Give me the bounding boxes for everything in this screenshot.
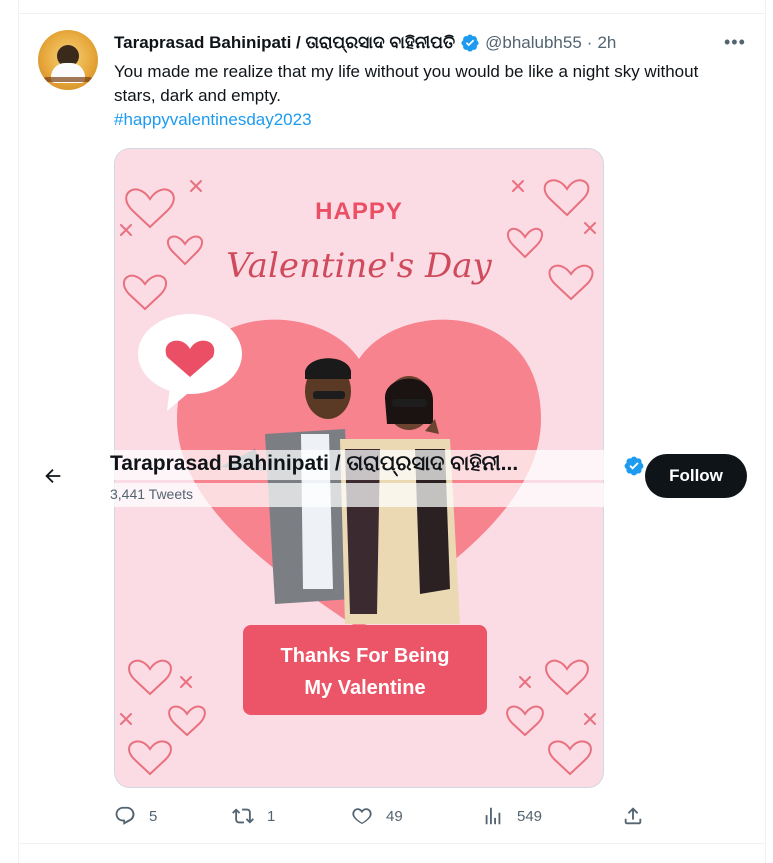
like-button[interactable]: 49 bbox=[351, 802, 403, 830]
divider-bottom bbox=[18, 843, 766, 844]
image-banner-line2: My Valentine bbox=[304, 677, 425, 699]
profile-sticky-bar: Taraprasad Bahinipati / ତାରାପ୍ରସାଦ ବାହିନ… bbox=[18, 443, 766, 509]
header-separator: · bbox=[586, 33, 593, 52]
reply-icon bbox=[115, 806, 135, 825]
timeline-border-right bbox=[765, 0, 766, 863]
like-icon bbox=[352, 808, 372, 825]
profile-name: Taraprasad Bahinipati / ତାରାପ୍ରସାଦ ବାହିନ… bbox=[110, 452, 519, 475]
verified-badge-icon bbox=[460, 33, 480, 53]
tweet-count-container: 3,441 Tweets bbox=[110, 483, 610, 507]
author-name[interactable]: Taraprasad Bahinipati / ତାରାପ୍ରସାଦ ବାହିନ… bbox=[114, 33, 455, 53]
image-banner bbox=[243, 625, 487, 715]
views-button[interactable]: 549 bbox=[482, 802, 542, 830]
tweet-time[interactable]: 2h bbox=[597, 33, 616, 53]
avatar-caption bbox=[44, 77, 92, 82]
image-title-valentines: Valentine's Day bbox=[226, 246, 492, 286]
views-count: 549 bbox=[517, 807, 543, 825]
arrow-left-icon[interactable] bbox=[38, 461, 68, 491]
image-title-happy: HAPPY bbox=[315, 198, 403, 225]
author-handle[interactable]: @bhalubh55 bbox=[485, 33, 582, 53]
image-banner-line1: Thanks For Being bbox=[281, 645, 450, 667]
reply-count: 5 bbox=[149, 807, 158, 825]
author-avatar[interactable] bbox=[38, 30, 98, 90]
share-icon bbox=[624, 807, 642, 825]
retweet-icon bbox=[232, 808, 254, 824]
profile-name-container: Taraprasad Bahinipati / ତାରାପ୍ରସାଦ ବାହିନ… bbox=[110, 450, 610, 480]
tweet-header: Taraprasad Bahinipati / ତାରାପ୍ରସାଦ ବାହିନ… bbox=[114, 31, 616, 55]
tweet-count: 3,441 Tweets bbox=[110, 486, 194, 502]
reply-button[interactable]: 5 bbox=[114, 802, 157, 830]
tweet-actions: 5 1 49 549 bbox=[114, 802, 654, 830]
more-options-icon[interactable]: ••• bbox=[724, 32, 746, 52]
like-count: 49 bbox=[386, 807, 403, 825]
follow-button[interactable]: Follow bbox=[645, 454, 747, 498]
tweet-text: You made me realize that my life without… bbox=[114, 62, 699, 105]
divider-top bbox=[18, 13, 766, 14]
verified-badge-icon bbox=[623, 455, 645, 477]
retweet-button[interactable]: 1 bbox=[232, 802, 275, 830]
timeline-border-left bbox=[18, 0, 19, 863]
views-icon bbox=[485, 807, 501, 825]
retweet-count: 1 bbox=[267, 807, 276, 825]
hashtag-link[interactable]: #happyvalentinesday2023 bbox=[114, 108, 312, 132]
share-button[interactable] bbox=[622, 802, 644, 830]
